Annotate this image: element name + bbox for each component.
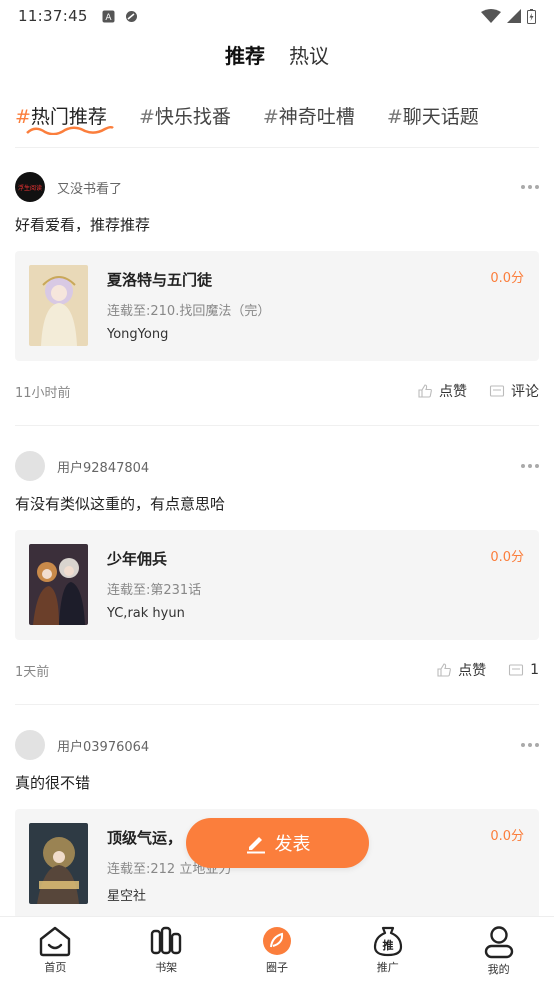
circle-icon xyxy=(262,927,291,955)
status-bar: 11:37:45 A xyxy=(0,0,554,32)
more-options-icon[interactable] xyxy=(521,464,539,468)
like-button[interactable]: 点赞 xyxy=(417,381,467,401)
post-text: 好看爱看，推荐推荐 xyxy=(15,216,151,234)
post-time: 1天前 xyxy=(15,664,50,680)
comment-icon xyxy=(489,385,505,397)
signal-icon xyxy=(507,9,521,23)
post-footer: 11小时前 点赞 评论 xyxy=(15,381,539,401)
publish-button[interactable]: 发表 xyxy=(186,818,369,868)
profile-icon xyxy=(484,926,513,959)
nav-bookshelf[interactable]: 书架 xyxy=(111,917,222,984)
book-author: 星空社 xyxy=(107,889,147,904)
book-chapter: 连载至:210.找回魔法（完） xyxy=(107,304,271,319)
tab-hot-discussion[interactable]: 热议 xyxy=(289,40,329,77)
username[interactable]: 用户92847804 xyxy=(57,457,149,476)
bottom-nav: 首页 书架 圈子 推 推广 我的 xyxy=(0,916,554,984)
post-text: 有没有类似这重的，有点意思哈 xyxy=(15,495,226,513)
svg-text:A: A xyxy=(105,13,112,23)
book-card[interactable]: 夏洛特与五门徒 连载至:210.找回魔法（完） YongYong 0.0分 xyxy=(15,251,539,361)
book-author: YongYong xyxy=(107,327,169,342)
book-score: 0.0分 xyxy=(490,829,524,844)
book-score: 0.0分 xyxy=(490,271,524,286)
category-label: 神奇吐槽 xyxy=(278,106,355,128)
promote-icon: 推 xyxy=(373,926,402,957)
comment-icon xyxy=(509,664,524,676)
category-label: 快乐找番 xyxy=(154,106,231,128)
comment-button[interactable]: 1 xyxy=(508,662,539,678)
thumbs-up-icon xyxy=(437,663,451,677)
thumbs-up-icon xyxy=(418,384,432,398)
nav-label: 首页 xyxy=(44,961,67,974)
divider xyxy=(15,147,539,148)
tab-recommend[interactable]: 推荐 xyxy=(225,40,265,77)
comment-label: 评论 xyxy=(511,384,539,400)
book-title: 少年佣兵 xyxy=(107,550,168,568)
nav-circle[interactable]: 圈子 xyxy=(222,917,333,984)
avatar[interactable] xyxy=(15,451,45,481)
comment-count: 1 xyxy=(530,662,539,678)
divider xyxy=(15,425,539,426)
top-tabs: 推荐 热议 xyxy=(0,40,554,77)
battery-icon xyxy=(527,8,536,24)
comment-button[interactable]: 评论 xyxy=(489,381,539,401)
like-label: 点赞 xyxy=(458,663,487,679)
wifi-icon xyxy=(481,9,501,23)
post-header: 用户92847804 xyxy=(15,451,539,481)
avatar-logo-text: 浮生阅读 xyxy=(17,184,42,192)
active-underline-icon xyxy=(26,125,114,135)
book-score: 0.0分 xyxy=(490,550,524,565)
book-cover xyxy=(29,823,88,904)
like-label: 点赞 xyxy=(439,384,467,400)
nav-home[interactable]: 首页 xyxy=(0,917,111,984)
book-title: 顶级气运， xyxy=(107,829,183,847)
post-footer: 1天前 点赞 1 xyxy=(15,660,539,680)
username[interactable]: 又没书看了 xyxy=(57,178,122,197)
post-time: 11小时前 xyxy=(15,385,71,401)
post-card[interactable]: 浮生阅读 又没书看了 好看爱看，推荐推荐 夏洛特与五门徒 连载至:210.找回魔… xyxy=(15,172,539,401)
category-label: 聊天话题 xyxy=(402,106,479,128)
more-options-icon[interactable] xyxy=(521,185,539,189)
nav-promote[interactable]: 推 推广 xyxy=(332,917,443,984)
more-options-icon[interactable] xyxy=(521,743,539,747)
nav-label: 圈子 xyxy=(265,961,288,974)
post-text: 真的很不错 xyxy=(15,774,91,792)
hash-icon: # xyxy=(138,106,155,128)
post-header: 浮生阅读 又没书看了 xyxy=(15,172,539,202)
category-tabs: #热门推荐 #快乐找番 #神奇吐槽 #聊天话题 xyxy=(15,102,539,135)
nav-label: 我的 xyxy=(487,963,510,976)
hash-icon: # xyxy=(386,106,403,128)
avatar[interactable]: 浮生阅读 xyxy=(15,172,45,202)
username[interactable]: 用户03976064 xyxy=(57,736,149,755)
divider xyxy=(15,704,539,705)
avatar[interactable] xyxy=(15,730,45,760)
post-header: 用户03976064 xyxy=(15,730,539,760)
notification-a-icon: A xyxy=(102,10,115,23)
notification-app-icon xyxy=(125,10,137,22)
book-cover xyxy=(29,265,88,346)
book-author: YC,rak hyun xyxy=(107,606,185,621)
book-title: 夏洛特与五门徒 xyxy=(107,271,213,289)
category-tab-hot-recommend[interactable]: #热门推荐 xyxy=(15,102,114,135)
svg-text:推: 推 xyxy=(382,938,393,952)
category-tab-chat-topics[interactable]: #聊天话题 xyxy=(387,102,479,129)
hash-icon: # xyxy=(262,106,279,128)
nav-label: 推广 xyxy=(376,961,399,974)
category-tab-rant[interactable]: #神奇吐槽 xyxy=(263,102,355,129)
book-chapter: 连载至:第231话 xyxy=(107,583,202,598)
nav-label: 书架 xyxy=(155,961,178,974)
post-card[interactable]: 用户92847804 有没有类似这重的，有点意思哈 少年佣兵 连载至:第231话… xyxy=(15,451,539,680)
publish-label: 发表 xyxy=(274,834,311,855)
like-button[interactable]: 点赞 xyxy=(436,660,486,680)
status-time: 11:37:45 xyxy=(18,7,88,25)
book-card[interactable]: 少年佣兵 连载至:第231话 YC,rak hyun 0.0分 xyxy=(15,530,539,640)
category-tab-find-anime[interactable]: #快乐找番 xyxy=(139,102,231,129)
edit-pen-icon xyxy=(246,837,265,854)
nav-profile[interactable]: 我的 xyxy=(443,917,554,984)
book-cover xyxy=(29,544,88,625)
bookshelf-icon xyxy=(150,926,182,955)
home-icon xyxy=(40,926,71,957)
